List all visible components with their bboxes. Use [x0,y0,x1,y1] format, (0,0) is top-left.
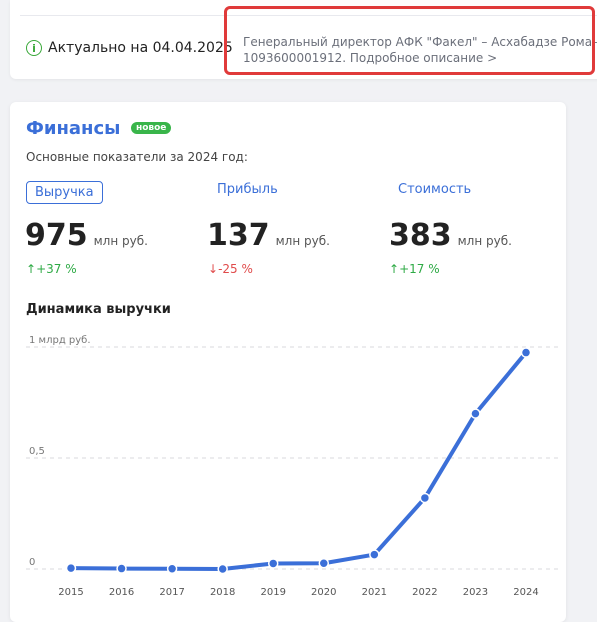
data-point[interactable] [267,558,279,569]
data-point[interactable] [116,563,127,574]
data-point[interactable] [369,549,380,560]
data-point[interactable] [166,563,178,575]
data-point[interactable] [419,492,431,504]
data-point[interactable] [470,408,481,419]
series-line [69,350,528,571]
y-tick-label: 0,5 [29,446,45,457]
data-point[interactable] [65,562,77,574]
data-point[interactable] [318,557,330,569]
x-tick-label: 2020 [311,587,336,598]
x-tick-label: 2018 [210,587,235,598]
data-point[interactable] [217,563,228,575]
y-tick-label: 0 [29,557,35,568]
x-tick-label: 2015 [58,587,83,598]
x-tick-label: 2016 [109,587,134,598]
x-tick-label: 2024 [513,587,538,598]
y-tick-label: 1 млрд руб. [29,335,91,346]
revenue-chart: 0 0,5 1 млрд руб. 2015 2016 2017 2018 2019 2020… [26,335,560,598]
x-tick-label: 2017 [159,587,184,598]
x-tick-label: 2023 [463,587,488,598]
x-tick-label: 2019 [260,587,285,598]
x-tick-label: 2022 [412,587,437,598]
x-tick-label: 2021 [362,587,387,598]
data-point[interactable] [520,347,532,358]
